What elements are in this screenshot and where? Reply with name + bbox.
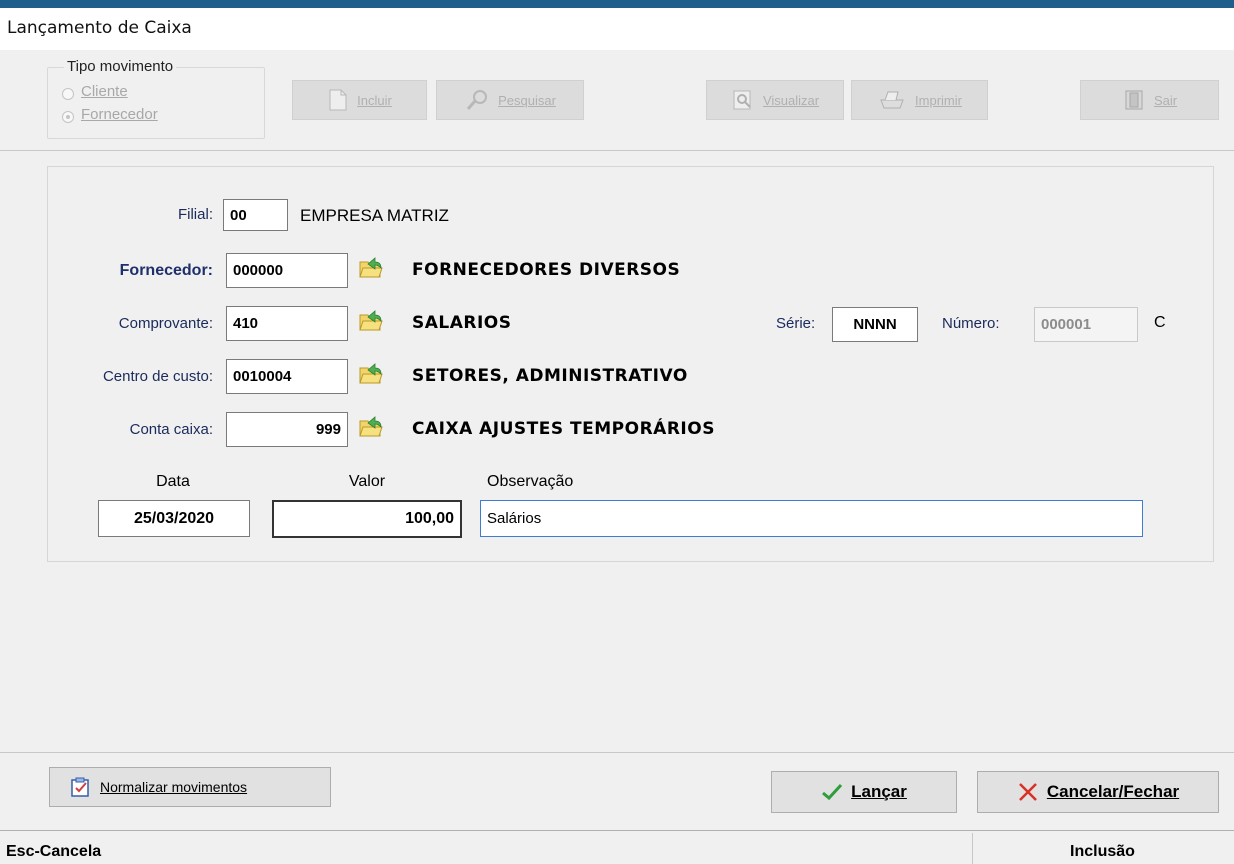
tipo-movimento-label: Tipo movimento: [64, 58, 177, 75]
status-esc-cancela: Esc-Cancela: [6, 843, 102, 860]
filial-desc: EMPRESA MATRIZ: [300, 206, 449, 225]
centro-custo-desc: SETORES, ADMINISTRATIVO: [412, 366, 688, 386]
visualizar-button[interactable]: Visualizar: [706, 80, 844, 120]
conta-caixa-label: Conta caixa:: [129, 421, 213, 438]
tipo-movimento-group: [47, 67, 265, 139]
printer-icon: [880, 91, 904, 109]
folder-open-icon[interactable]: [358, 256, 384, 280]
valor-label: Valor: [348, 473, 386, 490]
folder-open-icon[interactable]: [358, 362, 384, 386]
filial-input[interactable]: 00: [223, 199, 288, 231]
folder-open-icon[interactable]: [358, 415, 384, 439]
radio-fornecedor[interactable]: [62, 111, 74, 123]
comprovante-label: Comprovante:: [118, 315, 213, 332]
data-input[interactable]: 25/03/2020: [98, 500, 250, 537]
observacao-input[interactable]: Salários: [480, 500, 1143, 537]
serie-input[interactable]: NNNN: [832, 307, 918, 342]
cancelar-label: Cancelar/Fechar: [1046, 782, 1180, 801]
normalizar-movimentos-button[interactable]: Normalizar movimentos: [49, 767, 331, 807]
incluir-button[interactable]: Incluir: [292, 80, 427, 120]
visualizar-label: Visualizar: [762, 92, 820, 108]
incluir-label: Incluir: [357, 92, 392, 108]
checklist-icon: [71, 777, 89, 797]
serie-label: Série:: [776, 315, 816, 332]
cancelar-fechar-button[interactable]: Cancelar/Fechar: [977, 771, 1219, 813]
status-mode: Inclusão: [1070, 843, 1135, 860]
numero-suffix: C: [1154, 314, 1166, 331]
search-icon: [466, 90, 488, 110]
folder-open-icon[interactable]: [358, 309, 384, 333]
sair-label: Sair: [1153, 92, 1178, 108]
status-divider: [972, 833, 973, 864]
radio-cliente-label[interactable]: Cliente: [81, 83, 128, 100]
statusbar-separator: [0, 830, 1234, 831]
pesquisar-button[interactable]: Pesquisar: [436, 80, 584, 120]
pesquisar-label: Pesquisar: [498, 92, 556, 108]
radio-cliente[interactable]: [62, 88, 74, 100]
radio-fornecedor-label[interactable]: Fornecedor: [81, 106, 158, 123]
toolbar-separator: [0, 150, 1234, 151]
lancar-label: Lançar: [851, 782, 907, 801]
comprovante-input[interactable]: 410: [226, 306, 348, 341]
sair-button[interactable]: Sair: [1080, 80, 1219, 120]
centro-custo-input[interactable]: 0010004: [226, 359, 348, 394]
centro-custo-label: Centro de custo:: [102, 368, 213, 385]
imprimir-button[interactable]: Imprimir: [851, 80, 988, 120]
lancar-button[interactable]: Lançar: [771, 771, 957, 813]
exit-door-icon: [1125, 90, 1143, 110]
window-title: Lançamento de Caixa: [7, 18, 192, 38]
check-icon: [822, 783, 843, 801]
window-top-border: [0, 0, 1234, 8]
imprimir-label: Imprimir: [915, 92, 962, 108]
numero-label: Número:: [942, 315, 1000, 332]
status-bar: [0, 837, 1234, 864]
bottom-separator: [0, 752, 1234, 753]
fornecedor-desc: FORNECEDORES DIVERSOS: [412, 260, 681, 280]
normalizar-label: Normalizar movimentos: [100, 779, 248, 795]
observacao-label: Observação: [487, 473, 574, 490]
valor-input[interactable]: 100,00: [272, 500, 462, 538]
conta-caixa-input[interactable]: 999: [226, 412, 348, 447]
document-icon: [329, 89, 347, 111]
conta-caixa-desc: CAIXA AJUSTES TEMPORÁRIOS: [412, 419, 715, 439]
comprovante-desc: SALARIOS: [412, 313, 512, 333]
data-label: Data: [156, 473, 190, 490]
preview-icon: [733, 90, 751, 110]
close-x-icon: [1018, 783, 1037, 801]
fornecedor-input[interactable]: 000000: [226, 253, 348, 288]
filial-label: Filial:: [177, 206, 213, 223]
fornecedor-label: Fornecedor:: [119, 262, 213, 279]
numero-input: 000001: [1034, 307, 1138, 342]
